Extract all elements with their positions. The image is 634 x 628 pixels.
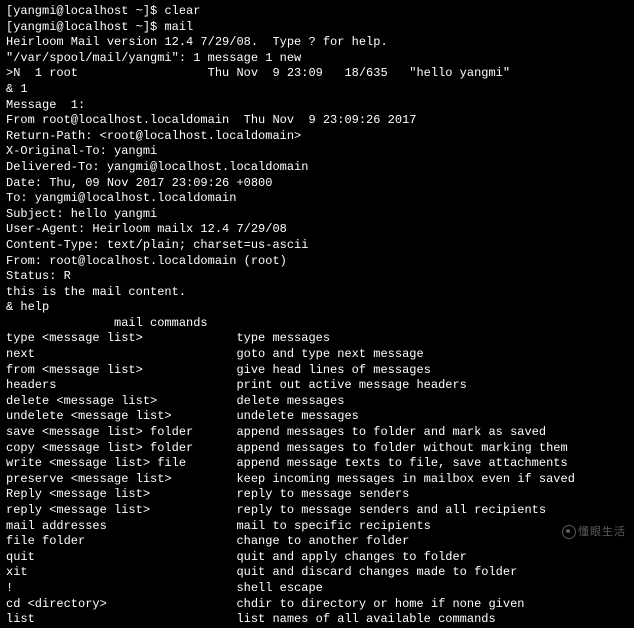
help-row: copy <message list> folder append messag… — [6, 441, 628, 457]
help-row: xit quit and discard changes made to fol… — [6, 565, 628, 581]
help-row: type <message list> type messages — [6, 331, 628, 347]
help-row: headers print out active message headers — [6, 378, 628, 394]
header-date: Date: Thu, 09 Nov 2017 23:09:26 +0800 — [6, 176, 628, 192]
help-row: Reply <message list> reply to message se… — [6, 487, 628, 503]
watermark-text: 懂眼生活 — [578, 527, 626, 539]
help-row: next goto and type next message — [6, 347, 628, 363]
help-row: write <message list> file append message… — [6, 456, 628, 472]
header-return-path: Return-Path: <root@localhost.localdomain… — [6, 129, 628, 145]
help-title: mail commands — [6, 316, 628, 332]
header-content-type: Content-Type: text/plain; charset=us-asc… — [6, 238, 628, 254]
header-subject: Subject: hello yangmi — [6, 207, 628, 223]
message-body: this is the mail content. — [6, 285, 628, 301]
help-row: ! shell escape — [6, 581, 628, 597]
shell-prompt-line[interactable]: [yangmi@localhost ~]$ clear — [6, 4, 628, 20]
shell-command: clear — [164, 4, 200, 18]
help-row: list list names of all available command… — [6, 612, 628, 628]
help-row: quit quit and apply changes to folder — [6, 550, 628, 566]
message-header-label: Message 1: — [6, 98, 628, 114]
header-to: To: yangmi@localhost.localdomain — [6, 191, 628, 207]
mail-prompt-help[interactable]: & help — [6, 300, 628, 316]
shell-prompt: [yangmi@localhost ~]$ — [6, 20, 164, 34]
shell-prompt-line[interactable]: [yangmi@localhost ~]$ mail — [6, 20, 628, 36]
shell-command: mail — [164, 20, 193, 34]
header-from-2: From: root@localhost.localdomain (root) — [6, 254, 628, 270]
help-row: save <message list> folder append messag… — [6, 425, 628, 441]
watermark-icon — [562, 525, 576, 539]
mail-prompt[interactable]: & 1 — [6, 82, 628, 98]
mail-spool-status: "/var/spool/mail/yangmi": 1 message 1 ne… — [6, 51, 628, 67]
help-row: reply <message list> reply to message se… — [6, 503, 628, 519]
header-delivered-to: Delivered-To: yangmi@localhost.localdoma… — [6, 160, 628, 176]
mail-banner: Heirloom Mail version 12.4 7/29/08. Type… — [6, 35, 628, 51]
header-status: Status: R — [6, 269, 628, 285]
help-row: undelete <message list> undelete message… — [6, 409, 628, 425]
shell-prompt: [yangmi@localhost ~]$ — [6, 4, 164, 18]
help-row: preserve <message list> keep incoming me… — [6, 472, 628, 488]
help-row: from <message list> give head lines of m… — [6, 363, 628, 379]
help-row: cd <directory> chdir to directory or hom… — [6, 597, 628, 613]
message-list-row: >N 1 root Thu Nov 9 23:09 18/635 "hello … — [6, 66, 628, 82]
watermark: 懂眼生活 — [562, 525, 626, 540]
help-row: file folder change to another folder — [6, 534, 628, 550]
header-user-agent: User-Agent: Heirloom mailx 12.4 7/29/08 — [6, 222, 628, 238]
header-x-original-to: X-Original-To: yangmi — [6, 144, 628, 160]
header-from: From root@localhost.localdomain Thu Nov … — [6, 113, 628, 129]
help-row: mail addresses mail to specific recipien… — [6, 519, 628, 535]
help-row: delete <message list> delete messages — [6, 394, 628, 410]
